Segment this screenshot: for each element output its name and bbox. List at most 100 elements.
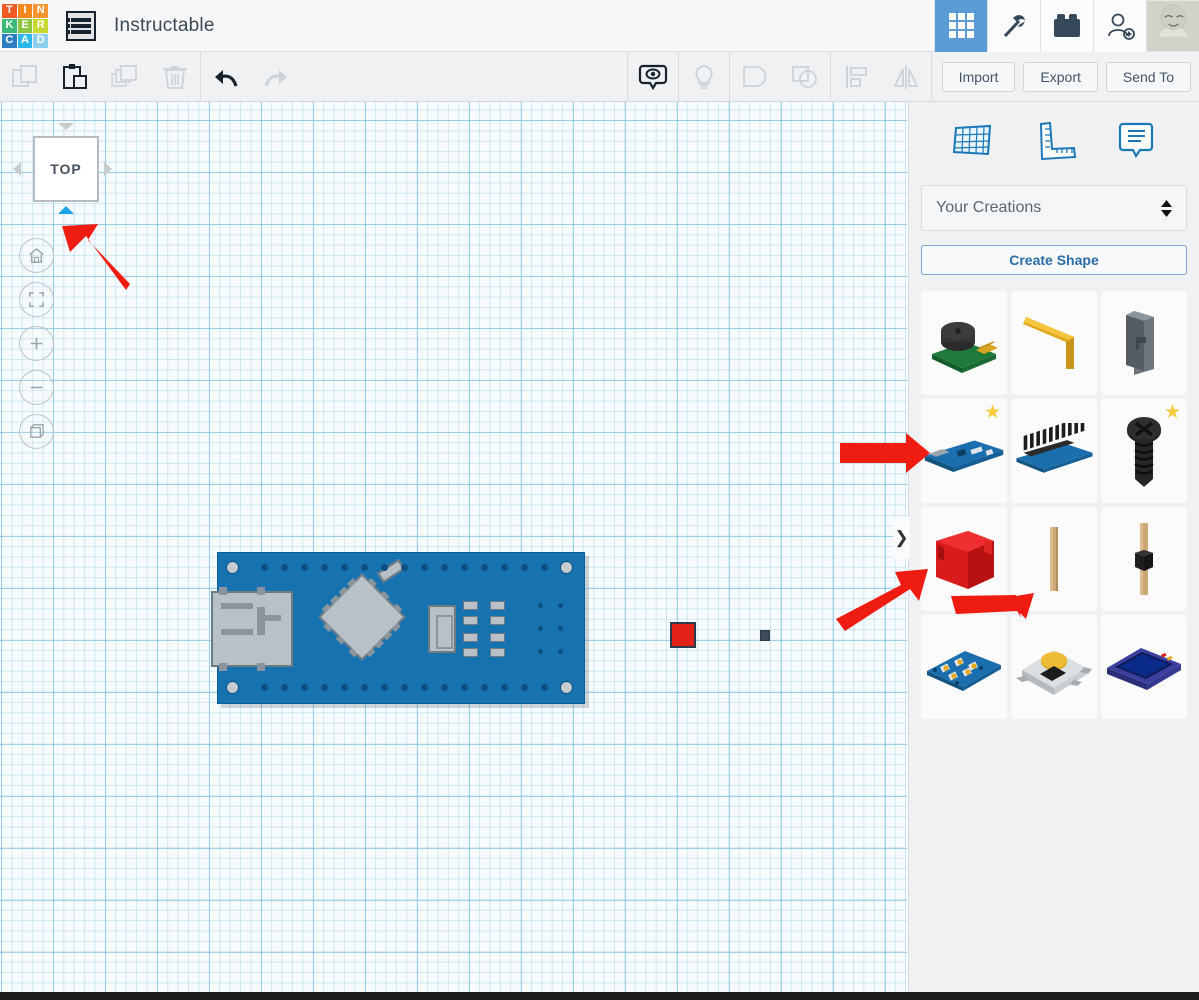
fit-to-view-button[interactable] — [19, 282, 54, 317]
paste-icon — [63, 63, 87, 89]
view-cube[interactable]: TOP — [33, 136, 99, 202]
fit-brackets-icon — [29, 292, 44, 307]
mirror-button[interactable] — [881, 52, 931, 102]
gray-block-thumbnail — [1126, 311, 1154, 375]
eye-bubble-icon — [638, 64, 667, 90]
logo-tile-c: C — [2, 33, 17, 48]
paste-button[interactable] — [50, 52, 100, 102]
ruler-icon[interactable] — [1030, 116, 1078, 169]
notes-icon[interactable] — [1112, 116, 1160, 169]
buzzer-module-thumbnail — [932, 322, 998, 373]
mount-hole — [560, 561, 573, 574]
blocks-button[interactable] — [1040, 0, 1093, 52]
shape-wooden-rod[interactable] — [1011, 507, 1097, 611]
screw-thumbnail — [1127, 417, 1161, 487]
grid-view-button[interactable] — [934, 0, 987, 52]
ungroup-button[interactable] — [780, 52, 830, 102]
oled-display-thumbnail — [1107, 648, 1181, 690]
smd-resistor — [463, 601, 478, 610]
workplane-canvas[interactable]: TOP — [0, 102, 907, 992]
shape-pin-header-board[interactable] — [1011, 399, 1097, 503]
shape-screw[interactable]: ★ — [1101, 399, 1187, 503]
shape-red-box[interactable] — [921, 507, 1007, 611]
home-icon — [29, 247, 44, 263]
library-select[interactable]: Your Creations — [921, 185, 1187, 231]
trash-icon — [163, 65, 187, 89]
shape-blue-pcb-module[interactable]: ★ — [921, 399, 1007, 503]
create-shape-button[interactable]: Create Shape — [921, 245, 1187, 275]
copy-icon — [12, 64, 37, 87]
user-avatar — [1147, 0, 1199, 52]
undo-arrow-icon — [215, 69, 238, 87]
wooden-rod-thumbnail — [1050, 527, 1058, 591]
panel-collapse-button[interactable]: ❯ — [893, 517, 910, 559]
light-button[interactable] — [679, 52, 729, 102]
smd-resistor — [463, 616, 478, 625]
pin-header-thumbnail — [1016, 423, 1093, 473]
undo-button[interactable] — [201, 52, 251, 102]
smd-resistor — [490, 633, 505, 642]
home-view-button[interactable] — [19, 238, 54, 273]
codeblocks-button[interactable] — [987, 0, 1040, 52]
logo-tile-e: E — [17, 18, 33, 33]
smd-resistor — [463, 648, 478, 657]
account-avatar[interactable] — [1146, 0, 1199, 52]
group-shapes-icon — [742, 65, 767, 87]
shape-rod-with-block[interactable] — [1101, 507, 1187, 611]
viewcube-arrow-right[interactable] — [104, 162, 112, 176]
mount-hole — [226, 561, 239, 574]
shape-blue-component-board[interactable] — [921, 615, 1007, 719]
viewcube-arrow-left[interactable] — [13, 162, 21, 176]
copy-button[interactable] — [0, 52, 50, 102]
redo-arrow-icon — [264, 69, 287, 87]
document-list-icon[interactable] — [66, 10, 96, 41]
viewcube-arrow-down[interactable] — [58, 206, 74, 214]
bottom-strip — [0, 992, 1199, 1000]
smd-resistor — [490, 648, 505, 657]
logo-tile-n: N — [33, 3, 48, 18]
arduino-nano-board[interactable] — [211, 552, 585, 704]
smd-resistor — [463, 633, 478, 642]
smd-resistor — [490, 601, 505, 610]
lego-brick-icon — [1054, 14, 1080, 37]
usb-connector — [211, 587, 293, 671]
plus-icon — [30, 337, 43, 350]
page-title: Instructable — [114, 14, 215, 36]
workplane-icon[interactable] — [948, 116, 996, 169]
shape-tactile-switch[interactable] — [1011, 615, 1097, 719]
delete-button[interactable] — [150, 52, 200, 102]
shape-hex-key[interactable] — [1011, 291, 1097, 395]
logo-tile-t: T — [2, 3, 17, 18]
invite-people-button[interactable] — [1093, 0, 1146, 52]
send-to-button[interactable]: Send To — [1105, 61, 1191, 92]
crystal-oscillator — [428, 605, 456, 653]
shape-oled-display[interactable] — [1101, 615, 1187, 719]
shape-buzzer-module[interactable] — [921, 291, 1007, 395]
toolbar-divider-right — [930, 51, 932, 102]
logo-tile-d: D — [33, 33, 48, 48]
main-toolbar: Import Export Send To — [0, 51, 1199, 102]
zoom-in-button[interactable] — [19, 326, 54, 361]
shape-gray-block[interactable] — [1101, 291, 1187, 395]
show-hide-button[interactable] — [628, 52, 678, 102]
lightbulb-icon — [695, 64, 713, 89]
zoom-out-button[interactable] — [19, 370, 54, 405]
export-button[interactable]: Export — [1023, 61, 1098, 92]
tinkercad-logo[interactable]: TIN KER CAD — [2, 3, 48, 48]
favorite-star-icon: ★ — [1163, 402, 1181, 423]
viewcube-arrow-up[interactable] — [58, 123, 74, 130]
top-bar: TIN KER CAD Instructable — [0, 0, 1199, 52]
import-button[interactable]: Import — [941, 61, 1016, 92]
tiny-component-shape[interactable] — [760, 630, 770, 641]
logo-tile-r: R — [33, 18, 48, 33]
shapes-panel: ❯ Your Creations Create Shape ★ ★ — [893, 102, 1199, 992]
top-bar-actions — [934, 0, 1199, 52]
align-button[interactable] — [831, 52, 881, 102]
perspective-toggle-button[interactable] — [19, 414, 54, 449]
duplicate-button[interactable] — [100, 52, 150, 102]
smd-capacitor — [376, 558, 406, 584]
red-box-shape[interactable] — [670, 622, 696, 648]
redo-button[interactable] — [251, 52, 301, 102]
microcontroller-chip — [318, 573, 406, 661]
group-button[interactable] — [730, 52, 780, 102]
